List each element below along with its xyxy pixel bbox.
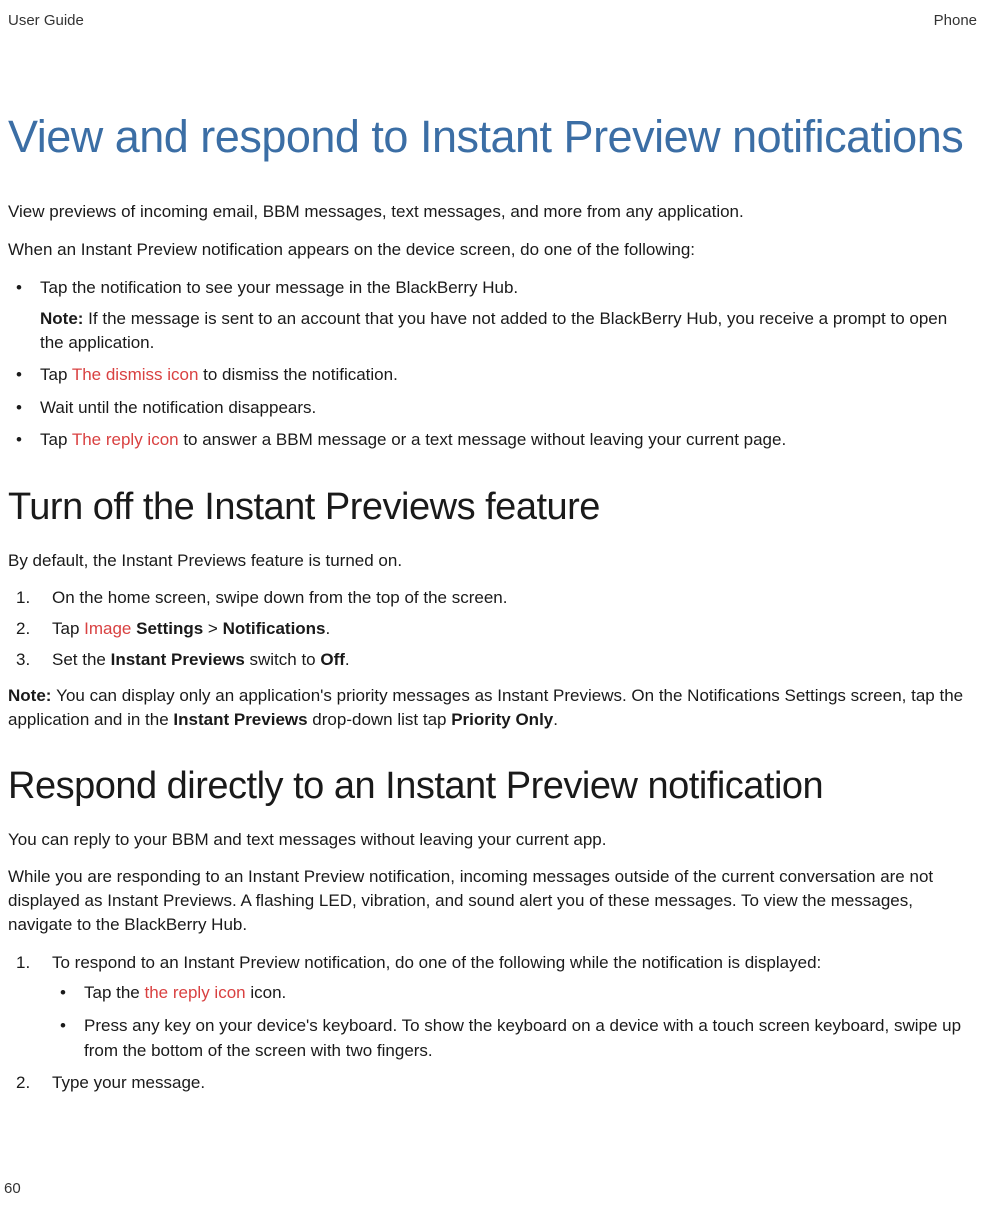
section1-item2: Tap The dismiss icon to dismiss the noti…	[8, 363, 975, 388]
section2-step3-end: .	[345, 650, 350, 669]
settings-image-icon: Image	[84, 619, 136, 638]
section1-item4-pre: Tap	[40, 430, 72, 449]
header-left-label: User Guide	[8, 12, 84, 29]
section3-sub-a-pre: Tap the	[84, 983, 145, 1002]
section1-item2-post: to dismiss the notification.	[203, 365, 398, 384]
section2-note-mid: drop-down list tap	[308, 710, 452, 729]
section2-title: Turn off the Instant Previews feature	[8, 485, 975, 531]
section3-p2: While you are responding to an Instant P…	[8, 865, 975, 936]
section1-item1: Tap the notification to see your message…	[8, 276, 975, 355]
page-number: 60	[4, 1180, 21, 1197]
section1-item4: Tap The reply icon to answer a BBM messa…	[8, 428, 975, 453]
section2-step3-ip: Instant Previews	[111, 650, 245, 669]
section1-title: View and respond to Instant Preview noti…	[8, 109, 975, 165]
section1-item3: Wait until the notification disappears.	[8, 396, 975, 421]
reply-icon: the reply icon	[145, 983, 251, 1002]
section2-step1: On the home screen, swipe down from the …	[8, 586, 975, 611]
section2-note-bold1: Instant Previews	[173, 710, 307, 729]
section1-item1-text: Tap the notification to see your message…	[40, 278, 518, 297]
reply-icon: The reply icon	[72, 430, 184, 449]
section2-step2-gt: >	[203, 619, 222, 638]
section2-step3-off: Off	[320, 650, 345, 669]
section3-step1-text: To respond to an Instant Preview notific…	[52, 953, 821, 972]
section2-intro: By default, the Instant Previews feature…	[8, 549, 975, 573]
section1-item1-note: Note: If the message is sent to an accou…	[40, 307, 975, 355]
section2-step2: Tap Image Settings > Notifications.	[8, 617, 975, 642]
section3-sub-a-post: icon.	[250, 983, 286, 1002]
section1-list: Tap the notification to see your message…	[8, 276, 975, 453]
section3-steps: To respond to an Instant Preview notific…	[8, 951, 975, 1096]
section2-step2-notifications: Notifications	[223, 619, 326, 638]
section2-note-label: Note:	[8, 686, 56, 705]
section1-item1-note-text: If the message is sent to an account tha…	[40, 309, 947, 352]
page-content: View and respond to Instant Preview noti…	[8, 109, 977, 1096]
note-label: Note:	[40, 309, 88, 328]
section2-note-bold2: Priority Only	[451, 710, 553, 729]
section3-step1-sublist: Tap the the reply icon icon. Press any k…	[52, 981, 975, 1063]
section2-step2-settings: Settings	[136, 619, 203, 638]
section1-item4-post: to answer a BBM message or a text messag…	[183, 430, 786, 449]
section2-steps: On the home screen, swipe down from the …	[8, 586, 975, 672]
section1-item2-pre: Tap	[40, 365, 72, 384]
section2-note: Note: You can display only an applicatio…	[8, 684, 975, 732]
section3-step1-sub-a: Tap the the reply icon icon.	[52, 981, 975, 1006]
section3-step1-sub-b: Press any key on your device's keyboard.…	[52, 1014, 975, 1063]
page-header: User Guide Phone	[8, 12, 977, 29]
section3-p1: You can reply to your BBM and text messa…	[8, 828, 975, 852]
section2-step2-end: .	[326, 619, 331, 638]
section3-step1: To respond to an Instant Preview notific…	[8, 951, 975, 1064]
section3-step2: Type your message.	[8, 1071, 975, 1096]
section3-title: Respond directly to an Instant Preview n…	[8, 764, 975, 810]
dismiss-icon: The dismiss icon	[72, 365, 203, 384]
section2-step2-pre: Tap	[52, 619, 84, 638]
header-right-label: Phone	[934, 12, 977, 29]
section2-step3: Set the Instant Previews switch to Off.	[8, 648, 975, 673]
section2-note-end: .	[553, 710, 558, 729]
section2-step3-mid: switch to	[245, 650, 321, 669]
section1-lead: When an Instant Preview notification app…	[8, 238, 975, 262]
section2-step3-pre: Set the	[52, 650, 111, 669]
section1-intro: View previews of incoming email, BBM mes…	[8, 200, 975, 224]
